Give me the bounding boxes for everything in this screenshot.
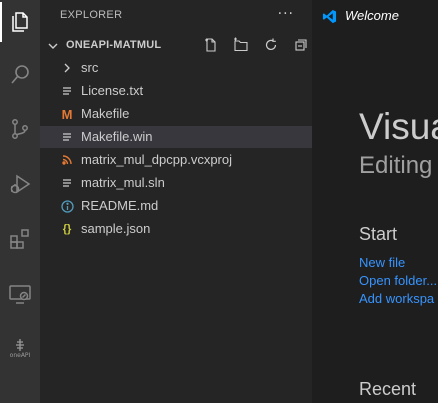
makefile-icon: M	[61, 106, 73, 122]
rss-icon	[60, 153, 74, 167]
more-actions-icon[interactable]: ···	[278, 6, 294, 22]
extensions-icon	[8, 227, 32, 251]
explorer-header: EXPLORER	[40, 0, 312, 30]
tree-item-vcxproj[interactable]: matrix_mul_dpcpp.vcxproj	[40, 149, 312, 171]
chevron-down-icon	[46, 38, 60, 57]
welcome-title: Visua	[359, 106, 438, 147]
editor-area: Welcome Visua Editing Start New file Ope…	[312, 0, 438, 403]
tab-welcome[interactable]: Welcome	[312, 0, 438, 33]
explorer-title: EXPLORER	[60, 9, 123, 21]
tree-item-sln[interactable]: matrix_mul.sln	[40, 172, 312, 194]
text-file-icon	[60, 84, 74, 98]
json-icon: {}	[62, 223, 72, 235]
activity-bar: oneAPI	[0, 0, 40, 403]
welcome-subtitle: Editing	[359, 152, 433, 179]
workspace-title: ONEAPI-MATMUL	[66, 39, 162, 51]
add-workspace-link[interactable]: Add workspa	[359, 292, 434, 305]
oneapi-label: oneAPI	[9, 352, 31, 359]
text-file-icon	[60, 130, 74, 144]
activity-source-control[interactable]	[0, 109, 40, 149]
open-folder-link[interactable]: Open folder...	[359, 274, 437, 287]
activity-search[interactable]	[0, 54, 40, 94]
tree-item-label: matrix_mul_dpcpp.vcxproj	[81, 152, 233, 167]
tree-item-label: Makefile.win	[81, 129, 153, 144]
debug-icon	[8, 172, 32, 196]
text-file-icon	[60, 176, 74, 190]
new-folder-icon[interactable]	[229, 36, 253, 54]
explorer-sidebar: EXPLORER ··· ONEAPI-MATMUL src License.t…	[40, 0, 312, 403]
activity-oneapi[interactable]	[0, 326, 40, 366]
tree-item-label: matrix_mul.sln	[81, 175, 165, 190]
tree-item-label: Makefile	[81, 106, 130, 121]
recent-heading: Recent	[359, 379, 417, 399]
new-file-icon[interactable]	[199, 36, 223, 54]
chevron-right-icon	[60, 61, 74, 75]
tree-item-sample-json[interactable]: {} sample.json	[40, 218, 312, 240]
tree-item-src[interactable]: src	[40, 57, 312, 79]
tree-item-label: README.md	[81, 198, 159, 213]
tree-item-license[interactable]: License.txt	[40, 80, 312, 102]
refresh-icon[interactable]	[259, 36, 283, 54]
activity-remote-explorer[interactable]	[0, 274, 40, 314]
files-icon	[8, 10, 32, 34]
source-control-icon	[8, 117, 32, 141]
tab-strip: Welcome	[312, 0, 438, 33]
tree-item-makefile[interactable]: M Makefile	[40, 103, 312, 125]
remote-explorer-icon	[8, 282, 32, 306]
workspace-section-header[interactable]: ONEAPI-MATMUL	[40, 34, 312, 56]
activity-explorer[interactable]	[0, 2, 40, 42]
tree-item-readme[interactable]: README.md	[40, 195, 312, 217]
section-actions	[199, 36, 313, 54]
activity-run-debug[interactable]	[0, 164, 40, 204]
info-icon	[60, 199, 74, 213]
tree-item-label: src	[81, 60, 99, 75]
collapse-all-icon[interactable]	[289, 36, 313, 54]
tree-item-label: sample.json	[81, 221, 151, 236]
vscode-logo-icon	[322, 9, 337, 28]
tree-item-label: License.txt	[81, 83, 144, 98]
activity-extensions[interactable]	[0, 219, 40, 259]
new-file-link[interactable]: New file	[359, 256, 405, 269]
tab-label: Welcome	[345, 8, 399, 23]
tree-item-makefile-win[interactable]: Makefile.win	[40, 126, 312, 148]
search-icon	[8, 62, 32, 86]
start-heading: Start	[359, 224, 398, 244]
